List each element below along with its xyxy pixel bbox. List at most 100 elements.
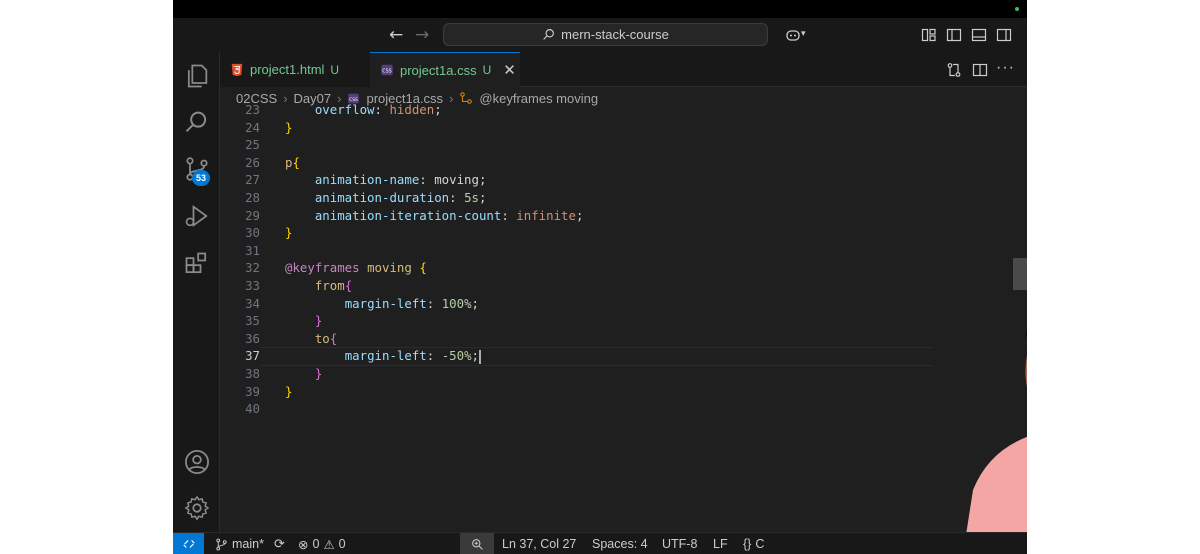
search-text: mern-stack-course: [561, 27, 669, 42]
explorer-icon[interactable]: [183, 62, 211, 90]
line-number: 40: [245, 401, 260, 417]
code-line[interactable]: 32 @keyframes moving {: [220, 259, 1027, 277]
code-editor[interactable]: 23 overflow: hidden; 24} 25 26 p{27 animatio…: [220, 100, 1027, 530]
code-line[interactable]: 35 }: [220, 312, 1027, 330]
error-icon: ⊗: [298, 537, 309, 552]
code-line[interactable]: 34 margin-left: 100%;: [220, 295, 1027, 313]
arrow-left-icon[interactable]: ←: [389, 25, 403, 45]
code-text: overflow: hidden;: [314, 102, 442, 117]
line-number: 36: [245, 330, 260, 346]
code-line[interactable]: 27 animation-name: moving;: [220, 171, 1027, 189]
text-cursor: [479, 349, 481, 364]
source-control-badge: 53: [192, 170, 210, 186]
command-center-search[interactable]: mern-stack-course: [443, 23, 768, 46]
status-dot: [1015, 7, 1019, 11]
tab-project1-html[interactable]: project1.html U: [220, 52, 370, 87]
code-line[interactable]: 29 animation-iteration-count: infinite;: [220, 207, 1027, 225]
activity-bar: 53: [173, 52, 220, 532]
branch-status[interactable]: main* ⟳: [215, 535, 285, 553]
gear-icon[interactable]: [183, 494, 211, 522]
window-top-strip: [173, 0, 1027, 18]
language-mode: C: [755, 537, 765, 551]
language-status[interactable]: {} C: [743, 535, 764, 553]
line-number: 29: [245, 207, 260, 223]
indentation-status[interactable]: Spaces: 4: [592, 535, 648, 553]
code-line[interactable]: 25: [220, 136, 1027, 154]
code-text: margin-left: -50%;: [344, 348, 481, 364]
code-line[interactable]: 39}: [220, 383, 1027, 401]
line-number: 25: [245, 137, 260, 153]
problems-status[interactable]: ⊗ 0 ⚠ 0: [298, 535, 346, 553]
arrow-right-icon[interactable]: →: [415, 25, 429, 45]
code-line[interactable]: 40: [220, 400, 1027, 418]
code-line[interactable]: 23 overflow: hidden;: [220, 101, 1027, 119]
status-bar: main* ⟳ ⊗ 0 ⚠ 0 Ln 37, Col 27 Spaces: 4 …: [173, 532, 1027, 554]
close-icon[interactable]: ✕: [503, 61, 516, 79]
code-text: margin-left: 100%;: [344, 295, 479, 311]
line-number: 23: [245, 102, 260, 117]
line-number: 32: [245, 260, 260, 276]
line-number: 35: [245, 313, 260, 329]
remote-indicator[interactable]: [173, 533, 204, 554]
sync-icon[interactable]: ⟳: [274, 536, 285, 552]
code-text: }: [285, 225, 293, 241]
search-icon[interactable]: [183, 108, 211, 136]
toggle-panel-icon[interactable]: [971, 27, 987, 43]
code-text: @keyframes moving {: [285, 260, 427, 276]
zoom-indicator[interactable]: [460, 533, 494, 554]
svg-text:CSS: CSS: [382, 69, 391, 75]
toggle-secondary-sidebar-icon[interactable]: [996, 27, 1012, 43]
toggle-sidebar-icon[interactable]: [946, 27, 962, 43]
cursor-position[interactable]: Ln 37, Col 27: [502, 535, 576, 553]
code-text: animation-name: moving;: [314, 172, 487, 188]
code-text: p{: [285, 154, 300, 170]
code-line[interactable]: 37 margin-left: -50%;: [220, 347, 1027, 367]
more-actions-icon[interactable]: ···: [996, 59, 1015, 77]
code-line[interactable]: 36 to{: [220, 330, 1027, 348]
code-line[interactable]: 26 p{: [220, 154, 1027, 172]
code-text: }: [285, 383, 293, 399]
code-text: animation-iteration-count: infinite;: [314, 207, 584, 223]
line-number: 33: [245, 278, 260, 293]
webcam-presenter-image: [933, 290, 1027, 554]
branch-icon: [216, 538, 227, 550]
extensions-icon[interactable]: [183, 250, 211, 278]
account-icon[interactable]: [183, 448, 211, 476]
tab-project1a-css[interactable]: CSS project1a.css U ✕: [370, 52, 520, 87]
eol-status[interactable]: LF: [713, 535, 728, 553]
code-line[interactable]: 28 animation-duration: 5s;: [220, 189, 1027, 207]
code-line[interactable]: 38 }: [220, 365, 1027, 383]
run-debug-icon[interactable]: [183, 202, 211, 230]
code-line[interactable]: 24}: [220, 119, 1027, 137]
copilot-icon[interactable]: [785, 27, 801, 43]
chevron-down-icon[interactable]: ▾: [801, 28, 806, 39]
line-number: 31: [245, 242, 260, 258]
code-line[interactable]: 33 from{: [220, 277, 1027, 295]
tab-label: project1.html: [250, 62, 325, 77]
code-text: animation-duration: 5s;: [314, 190, 487, 205]
vscode-window: ← → mern-stack-course ▾ 53 project1.html…: [173, 0, 1027, 554]
warning-icon: ⚠: [323, 537, 335, 552]
open-changes-icon[interactable]: [946, 62, 962, 78]
line-number: 28: [245, 190, 260, 205]
split-editor-icon[interactable]: [972, 62, 988, 78]
code-line[interactable]: 30}: [220, 224, 1027, 242]
remote-icon: [182, 540, 195, 548]
line-number: 26: [245, 154, 260, 170]
code-text: from{: [314, 278, 353, 293]
line-number: 34: [245, 295, 260, 311]
zoom-icon: [471, 538, 483, 550]
line-number: 39: [245, 383, 260, 399]
code-text: }: [314, 366, 323, 381]
tab-status: U: [330, 62, 340, 77]
code-line[interactable]: 31: [220, 242, 1027, 260]
encoding-status[interactable]: UTF-8: [662, 535, 697, 553]
error-count: 0: [312, 537, 320, 551]
code-text: to{: [314, 330, 338, 346]
customize-layout-icon[interactable]: [921, 27, 937, 43]
html5-icon: [231, 63, 243, 76]
braces-icon: {}: [743, 537, 752, 551]
line-number: 37: [245, 348, 260, 364]
code-text: }: [285, 119, 293, 135]
tab-label: project1a.css: [400, 62, 477, 78]
